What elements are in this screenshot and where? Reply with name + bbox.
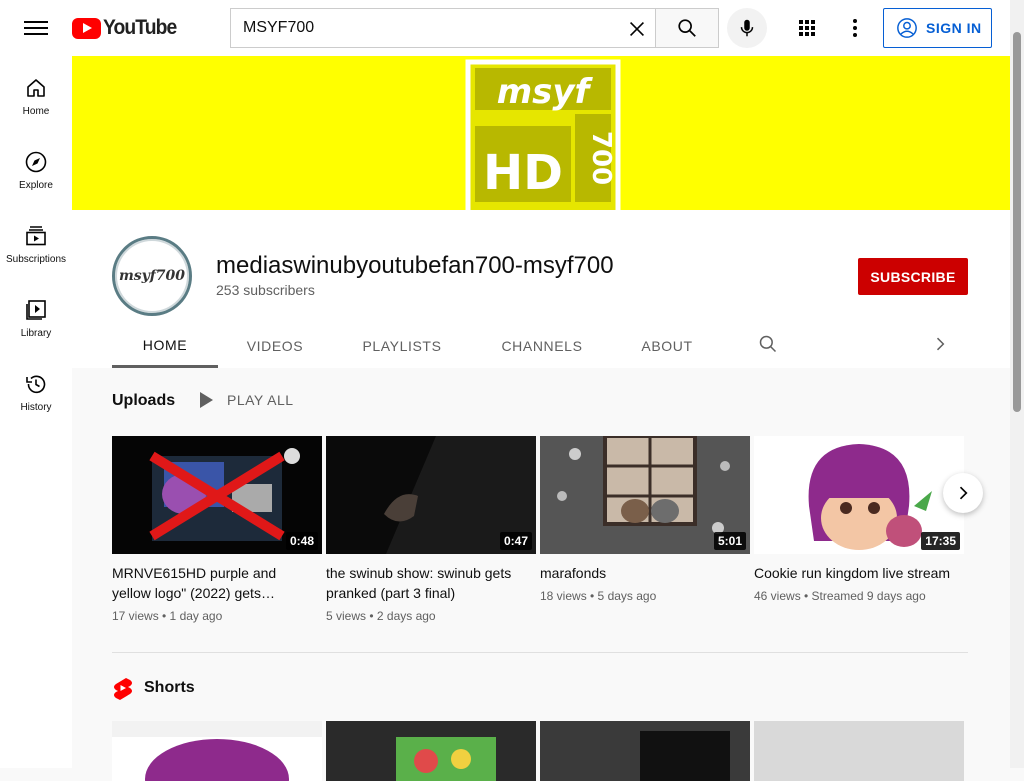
channel-search-icon[interactable] [758,334,778,354]
tab-about[interactable]: ABOUT [624,324,710,368]
video-metadata: 18 views • 5 days ago [540,589,657,603]
sidebar-item-label: Subscriptions [5,254,67,265]
tab-playlists[interactable]: PLAYLISTS [342,324,462,368]
sidebar-item-explore[interactable]: Explore [0,130,72,204]
tab-channels[interactable]: CHANNELS [482,324,602,368]
banner-logo-main: HD [483,145,563,201]
video-duration: 5:01 [713,532,746,550]
microphone-icon [740,19,754,37]
video-card[interactable]: 0:48 MRNVE615HD purple and yellow logo" … [112,436,322,623]
search-icon [678,19,696,37]
video-card[interactable]: 17:35 Cookie run kingdom live stream 46 … [754,436,964,603]
more-vertical-icon[interactable] [843,16,867,40]
avatar-text: msyf700 [118,268,186,284]
shorts-title: Shorts [144,679,195,696]
video-thumbnail[interactable]: 17:35 [754,436,964,554]
video-thumbnail[interactable]: 0:47 [326,436,536,554]
logo-text: YouTube [103,16,177,39]
video-metadata: 46 views • Streamed 9 days ago [754,589,926,603]
voice-search-button[interactable] [727,8,767,48]
video-card[interactable]: 5:01 marafonds 18 views • 5 days ago [540,436,750,603]
channel-name: mediaswinubyoutubefan700-msyf700 [216,252,614,279]
video-metadata: 17 views • 1 day ago [112,609,223,623]
clear-icon[interactable] [626,18,648,40]
menu-icon[interactable] [24,18,48,38]
channel-avatar[interactable]: msyf700 [112,236,192,316]
sidebar-item-label: History [20,402,52,413]
short-image [326,721,536,781]
sidebar-item-label: Library [20,328,52,339]
video-duration: 0:47 [499,532,532,550]
short-image [754,721,964,781]
apps-grid-icon[interactable] [795,16,819,40]
section-divider [112,652,968,653]
shelf-next-button[interactable] [943,473,983,513]
chevron-right-icon [959,486,968,500]
play-icon [200,392,213,408]
search-input[interactable] [231,19,611,37]
sidebar-item-subscriptions[interactable]: Subscriptions [0,204,72,278]
video-title[interactable]: Cookie run kingdom live stream [754,563,964,583]
tab-home[interactable]: HOME [112,324,218,368]
short-thumbnail[interactable] [754,721,964,781]
tab-videos[interactable]: VIDEOS [226,324,324,368]
scrollbar-thumb[interactable] [1013,32,1021,412]
short-thumbnail[interactable] [112,721,322,781]
video-title[interactable]: the swinub show: swinub gets pranked (pa… [326,563,536,603]
channel-banner: msyf HD 700 [72,56,1010,210]
youtube-logo[interactable]: YouTube [72,16,183,40]
video-card[interactable]: 0:47 the swinub show: swinub gets pranke… [326,436,536,623]
sidebar-item-home[interactable]: Home [0,56,72,130]
video-metadata: 5 views • 2 days ago [326,609,436,623]
shorts-icon [114,678,132,700]
shorts-heading[interactable]: Shorts [112,676,195,700]
sign-in-label: SIGN IN [926,20,982,36]
video-duration: 0:48 [285,532,318,550]
sidebar-item-library[interactable]: Library [0,278,72,352]
video-thumbnail[interactable]: 0:48 [112,436,322,554]
home-icon [27,79,45,97]
chevron-right-icon[interactable] [930,334,950,354]
banner-logo-top: msyf [497,72,594,112]
uploads-heading[interactable]: Uploads [112,392,175,410]
short-thumbnail[interactable] [326,721,536,781]
play-all-button[interactable]: PLAY ALL [200,392,294,408]
video-title[interactable]: marafonds [540,563,750,583]
history-icon [26,375,46,394]
channel-home-content: Uploads PLAY ALL 0:48 MRNVE615HD purple … [72,368,1010,781]
library-icon [26,300,46,320]
subscriber-count: 253 subscribers [216,282,315,298]
sign-in-button[interactable]: SIGN IN [883,8,992,48]
short-thumbnail[interactable] [540,721,750,781]
play-all-label: PLAY ALL [227,392,294,408]
video-title[interactable]: MRNVE615HD purple and yellow logo" (2022… [112,563,322,603]
account-icon [897,18,917,38]
short-image [112,721,322,781]
search-button[interactable] [655,8,719,48]
banner-logo-side: 700 [586,131,616,185]
subscriptions-icon [26,226,46,246]
youtube-play-icon [72,17,101,39]
page-scrollbar[interactable] [1010,0,1024,768]
sidebar-item-history[interactable]: History [0,352,72,426]
compass-icon [25,151,47,173]
short-image [540,721,750,781]
search-box [230,8,656,48]
video-thumbnail[interactable]: 5:01 [540,436,750,554]
banner-logo: msyf HD 700 [465,59,621,210]
subscribe-button[interactable]: SUBSCRIBE [858,258,968,295]
video-duration: 17:35 [921,532,960,550]
sidebar: Home Explore Subscriptions Library Histo… [0,56,72,768]
sidebar-item-label: Explore [19,180,53,191]
channel-header: msyf700 mediaswinubyoutubefan700-msyf700… [72,210,1010,368]
sidebar-item-label: Home [22,106,50,117]
top-bar: YouTube SIGN IN [0,0,1010,56]
